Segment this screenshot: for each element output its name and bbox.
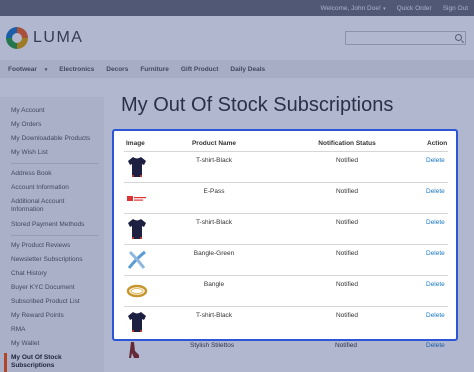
- notification-status-cell: Notified: [335, 188, 359, 195]
- notification-status-cell: Notified: [335, 157, 359, 164]
- notification-status-cell: Notified: [335, 250, 359, 257]
- tshirt-black-image: [128, 312, 146, 332]
- bangle-green-image: [127, 250, 146, 269]
- header-notification-status: Notification Status: [318, 140, 376, 147]
- product-name-cell: E-Pass: [203, 188, 225, 195]
- delete-link[interactable]: Delete: [426, 188, 445, 195]
- table-divider: [124, 275, 448, 276]
- notification-status-cell: Notified: [335, 312, 359, 319]
- header-action: Action: [427, 140, 448, 147]
- product-name-cell: T-shirt-Black: [195, 157, 233, 164]
- header-product-name: Product Name: [191, 140, 237, 147]
- delete-link[interactable]: Delete: [426, 281, 445, 288]
- table-divider: [124, 151, 448, 152]
- subscriptions-table-panel: Image Product Name Notification Status A…: [112, 129, 458, 341]
- table-divider: [124, 306, 448, 307]
- notification-status-cell: Notified: [335, 281, 359, 288]
- tshirt-black-image: [128, 219, 146, 239]
- delete-link[interactable]: Delete: [426, 157, 445, 164]
- table-divider: [124, 213, 448, 214]
- bangle-image: [126, 284, 148, 298]
- product-name-cell: Bangle-Green: [193, 250, 235, 257]
- delete-link[interactable]: Delete: [426, 250, 445, 257]
- tshirt-black-image: [128, 157, 146, 177]
- table-divider: [124, 182, 448, 183]
- table-divider: [124, 244, 448, 245]
- delete-link[interactable]: Delete: [426, 312, 445, 319]
- epass-logo-image: [127, 196, 146, 201]
- notification-status-cell: Notified: [335, 219, 359, 226]
- header-image: Image: [126, 140, 145, 147]
- product-name-cell: T-shirt-Black: [195, 219, 233, 226]
- delete-link[interactable]: Delete: [426, 219, 445, 226]
- product-name-cell: Bangle: [203, 281, 225, 288]
- product-name-cell: T-shirt-Black: [195, 312, 233, 319]
